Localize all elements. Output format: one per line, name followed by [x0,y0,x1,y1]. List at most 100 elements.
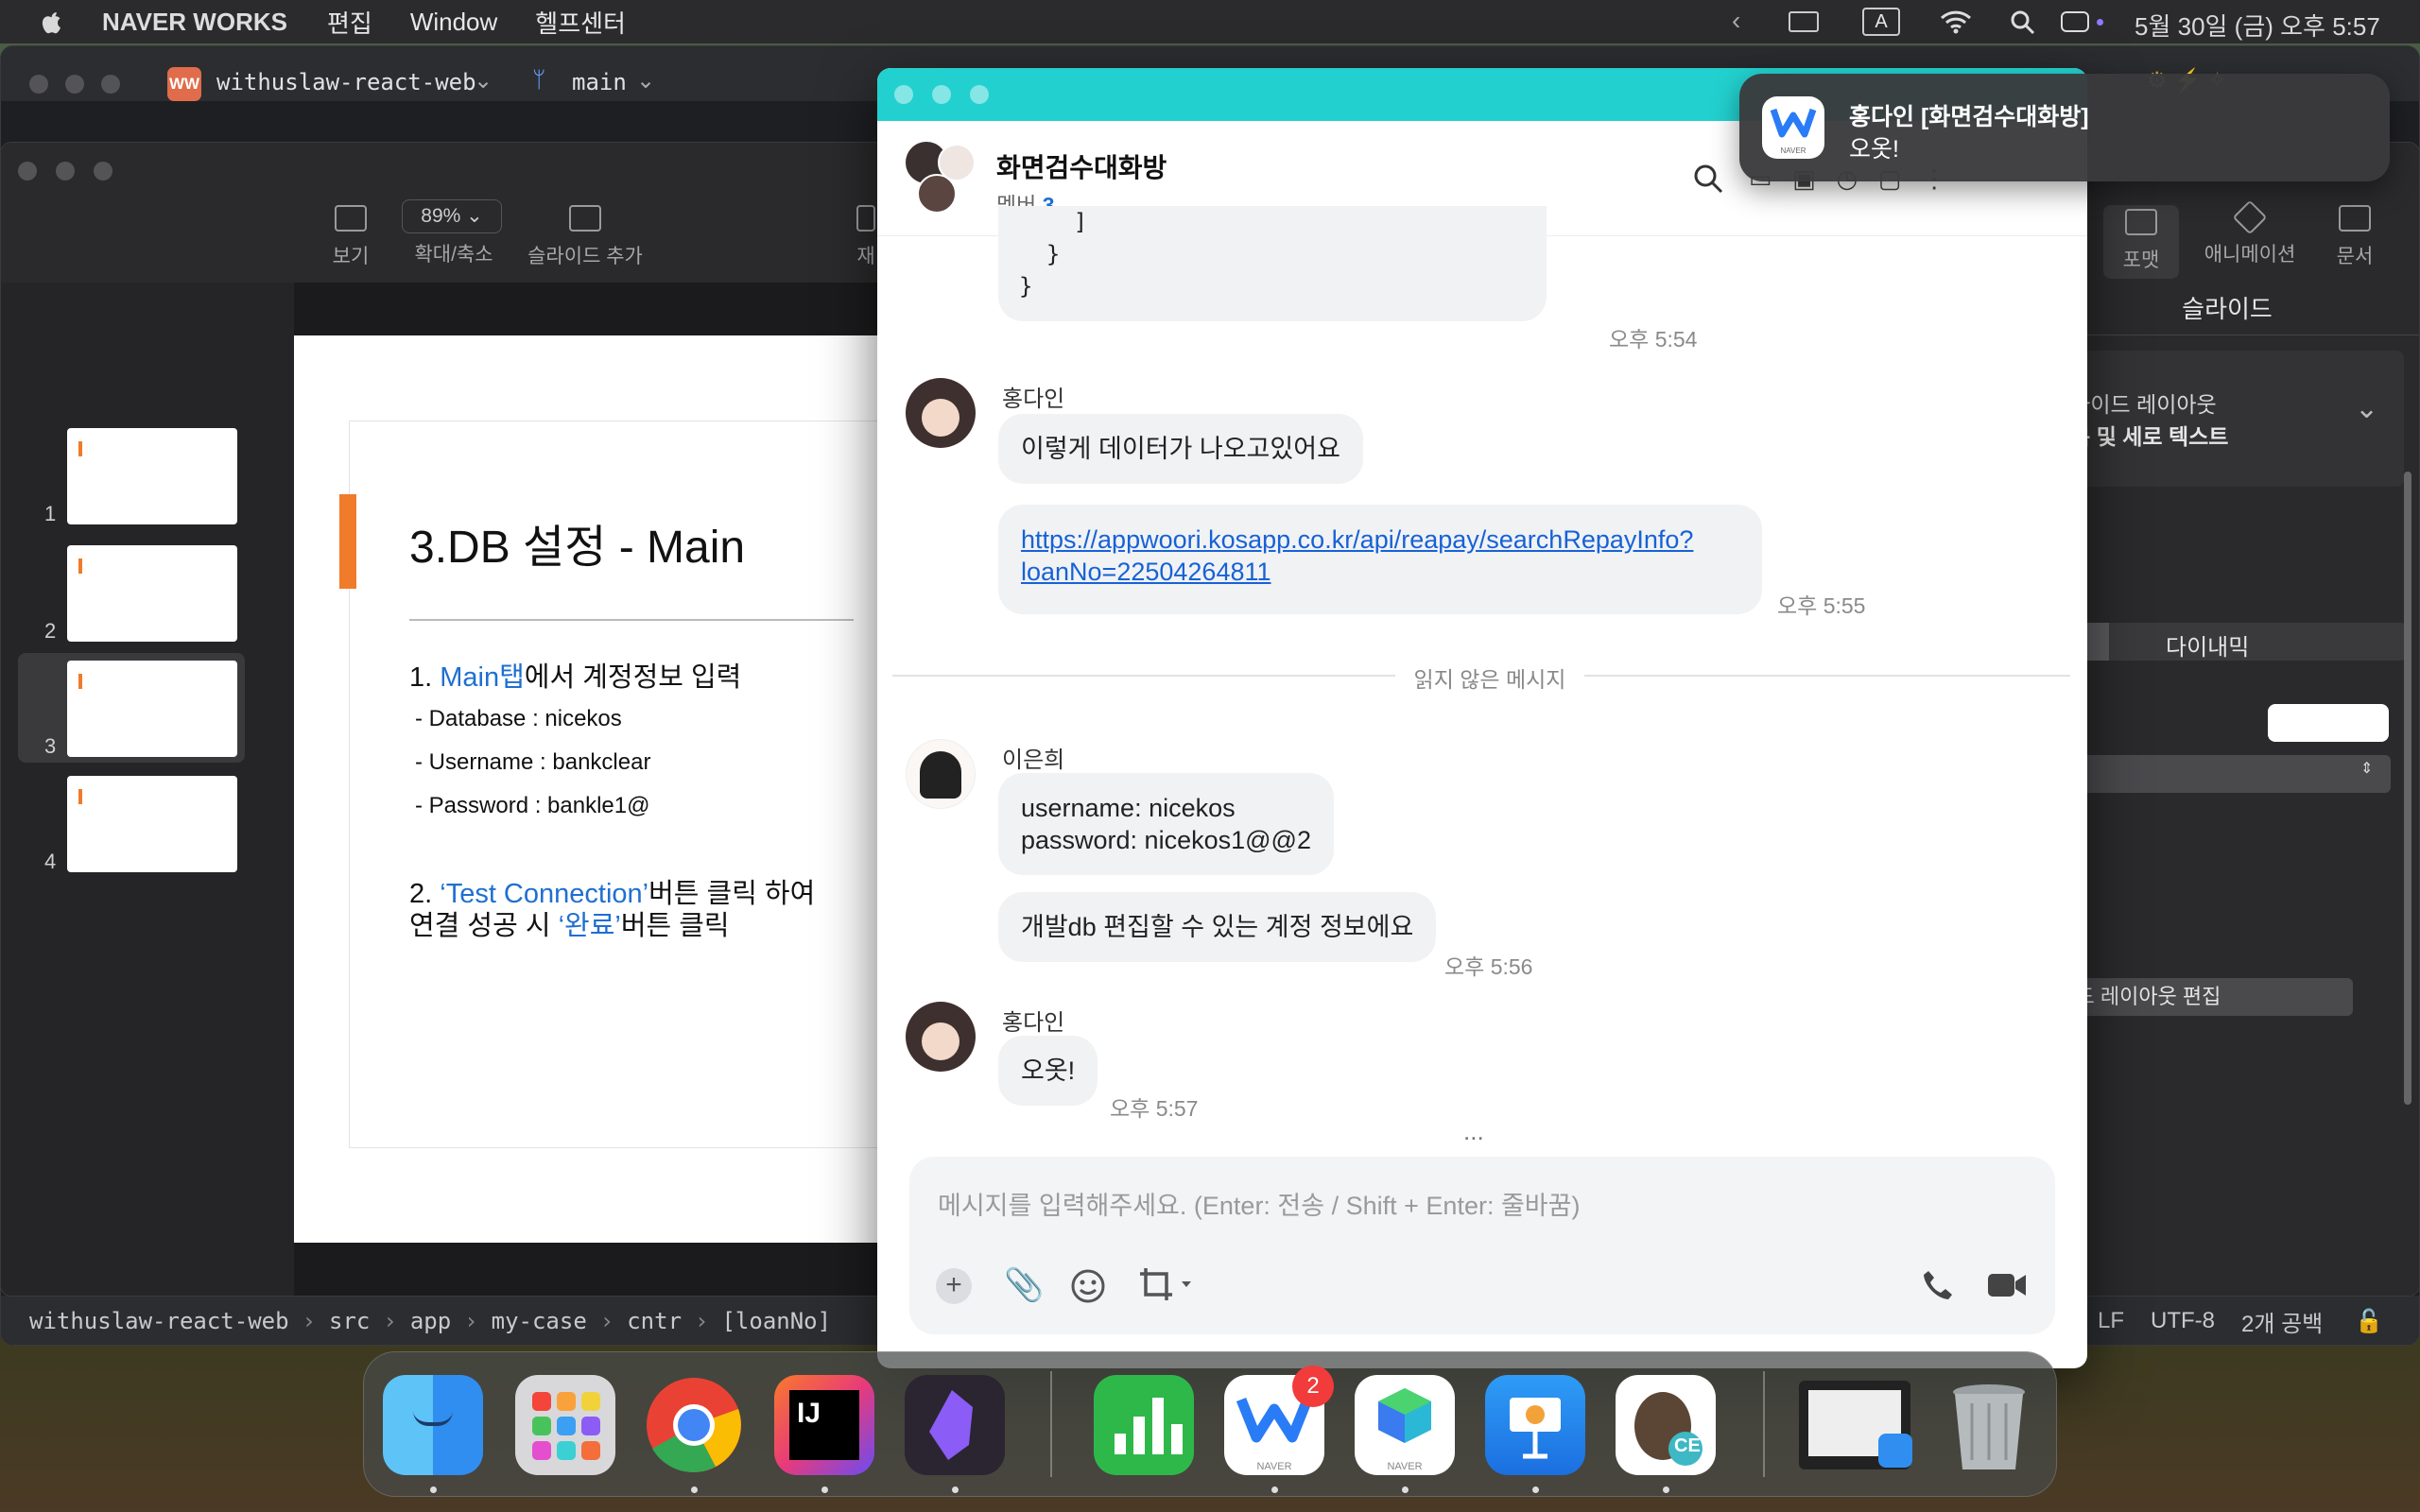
line-ending-status[interactable]: LF [2098,1308,2124,1334]
background-segmented[interactable]: 다이내믹 [2033,623,2408,661]
breadcrumb-root[interactable]: withuslaw-react-web [29,1308,289,1334]
naver-cube-icon[interactable]: NAVER [1355,1375,1455,1475]
window-minimize-button[interactable] [56,162,75,180]
window-close-button[interactable] [894,85,913,104]
layout-selector[interactable]: 슬라이드 레이아웃 제목 및 세로 텍스트 ⌄ [2033,351,2404,487]
window-zoom-button[interactable] [970,85,989,104]
play-button[interactable]: 재 [852,205,880,269]
document-tab[interactable]: 문서 [2317,205,2393,269]
menu-item-edit[interactable]: 편집 [327,5,372,40]
slide-thumbnail-3[interactable] [67,661,237,757]
inspector-scrollbar[interactable] [2404,472,2411,1105]
phone-icon[interactable] [1921,1268,1955,1302]
link-message-bubble[interactable]: https://appwoori.kosapp.co.kr/api/reapay… [998,505,1762,614]
message-bubble[interactable]: 오옷! [998,1036,1098,1106]
branch-name[interactable]: main [572,69,627,95]
inspector-tab-slide[interactable]: 슬라이드 [2033,283,2419,335]
chevron-down-icon[interactable]: ⌄ [636,67,655,94]
group-avatar[interactable] [906,142,977,214]
keynote-dock-icon[interactable] [1485,1375,1585,1475]
keyboard-icon[interactable] [1789,11,1819,32]
breadcrumb-my-case[interactable]: my-case [492,1308,587,1334]
obsidian-icon[interactable] [905,1375,1005,1475]
slide-thumbnail-2[interactable] [67,545,237,642]
sender-name[interactable]: 홍다인 [1002,1004,1064,1037]
app-menu-name[interactable]: NAVER WORKS [102,8,287,37]
dock-separator [1763,1371,1765,1477]
slide-item-2[interactable]: 2. ‘Test Connection’버튼 클릭 하여 연결 성공 시 ‘완료… [409,878,815,942]
emoji-icon[interactable] [1070,1268,1106,1304]
encoding-status[interactable]: UTF-8 [2151,1308,2215,1334]
paperclip-icon[interactable]: 📎 [1004,1266,1044,1304]
dbeaver-icon[interactable]: CE [1616,1375,1716,1475]
sender-avatar[interactable] [906,1002,976,1072]
running-indicator [1532,1486,1539,1493]
minimized-window-icon[interactable] [1799,1381,1912,1469]
video-call-icon[interactable] [1987,1270,2027,1300]
lock-icon[interactable]: 🔓 [2355,1308,2383,1335]
menu-item-window[interactable]: Window [410,8,497,37]
plus-square-icon [569,205,601,232]
slide-title[interactable]: 3.DB 설정 - Main [409,509,745,576]
window-minimize-button[interactable] [65,75,84,94]
slide-username: - Username : bankclear [415,749,651,775]
spotlight-search-icon[interactable] [2010,9,2036,36]
dynamic-segment[interactable]: 다이내믹 [2166,628,2249,662]
message-bubble[interactable]: 이렇게 데이터가 나오고있어요 [998,414,1363,484]
menubar-clock[interactable]: 5월 30일 (금) 오후 5:57 [2135,8,2380,43]
search-icon[interactable] [1692,163,1724,195]
code-message-bubble[interactable]: ] }} [998,206,1547,321]
zoom-control[interactable]: 89% ⌄ 확대/축소 [402,199,506,267]
view-button[interactable]: 보기 [322,205,379,269]
window-zoom-button[interactable] [101,75,120,94]
breadcrumb-src[interactable]: src [329,1308,370,1334]
sender-avatar[interactable] [906,378,976,448]
message-bubble[interactable]: 개발db 편집할 수 있는 계정 정보에요 [998,892,1437,962]
crop-capture-icon[interactable] [1138,1266,1191,1304]
slide-item-1[interactable]: 1. Main탭에서 계정정보 입력 [409,655,741,695]
menu-item-help[interactable]: 헬프센터 [535,5,626,40]
chevron-left-icon[interactable]: ‹ [1732,6,1740,36]
trash-icon[interactable] [1939,1375,2039,1475]
wifi-icon[interactable] [1940,9,1972,34]
plus-icon[interactable]: + [936,1268,972,1304]
chevron-down-icon[interactable]: ⌄ [474,67,493,94]
animate-tab[interactable]: 애니메이션 [2198,199,2302,267]
apple-icon[interactable] [36,8,62,36]
sender-name[interactable]: 이은희 [1002,741,1064,774]
message-link[interactable]: https://appwoori.kosapp.co.kr/api/reapay… [1021,524,1739,556]
slide-thumbnail-1[interactable] [67,428,237,524]
breadcrumb-app[interactable]: app [410,1308,451,1334]
sender-name[interactable]: 홍다인 [1002,380,1064,413]
window-zoom-button[interactable] [94,162,112,180]
slide-number: 4 [44,850,57,873]
input-source-icon[interactable]: A [1862,8,1900,36]
control-center-icon[interactable] [2061,11,2089,32]
message-link[interactable]: loanNo=22504264811 [1021,556,1739,588]
breadcrumb-loanno[interactable]: [loanNo] [721,1308,831,1334]
numbers-icon[interactable] [1094,1375,1194,1475]
window-close-button[interactable] [18,162,37,180]
color-well[interactable] [2268,704,2389,742]
indent-status[interactable]: 2개 공백 [2241,1305,2323,1338]
window-minimize-button[interactable] [932,85,951,104]
sender-avatar[interactable] [906,739,976,809]
intellij-icon[interactable]: IJ [774,1375,874,1475]
room-name[interactable]: 화면검수대화방 [996,147,1167,185]
chrome-icon[interactable] [644,1375,744,1475]
project-name[interactable]: withuslaw-react-web [216,69,476,95]
message-bubble[interactable]: username: nicekos password: nicekos1@@2 [998,773,1334,875]
menu-bar: NAVER WORKS 편집 Window 헬프센터 ‹ A 5월 30일 (금… [0,0,2420,43]
running-indicator [1271,1486,1278,1493]
format-tab[interactable]: 포맷 [2103,205,2179,279]
message-input[interactable]: 메시지를 입력해주세요. (Enter: 전송 / Shift + Enter:… [938,1185,1580,1222]
notification-banner[interactable]: NAVER 홍다인 [화면검수대화방] 오옷! [1739,74,2390,181]
window-close-button[interactable] [29,75,48,94]
finder-icon[interactable] [383,1375,483,1475]
slide-3[interactable]: 3.DB 설정 - Main 1. Main탭에서 계정정보 입력 - Data… [294,335,899,1243]
add-slide-button[interactable]: 슬라이드 추가 [527,205,644,269]
zoom-value[interactable]: 89% ⌄ [402,199,502,233]
breadcrumb-cntr[interactable]: cntr [627,1308,682,1334]
launchpad-icon[interactable] [515,1375,615,1475]
slide-thumbnail-4[interactable] [67,776,237,872]
